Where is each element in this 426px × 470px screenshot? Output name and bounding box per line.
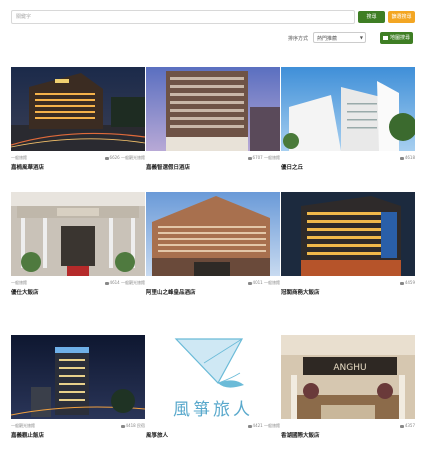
hotel-card[interactable]: 6707 一般旅館 嘉義智選假日酒店 (146, 67, 280, 187)
hotel-name[interactable]: 香湖國際大飯店 (281, 431, 320, 439)
hotel-card[interactable]: 4618 優日之丘 (281, 67, 415, 187)
hotel-card[interactable]: 風箏旅人 4421 一般旅館 風箏旅人 (146, 335, 280, 455)
map-search-label: 地圖搜尋 (389, 35, 410, 41)
hotel-stat: 4357 (399, 423, 415, 428)
hotel-card[interactable]: 4459 冠閣商務大飯店 (281, 192, 415, 312)
thumbs-up-icon (399, 425, 404, 428)
chevron-down-icon: ▼ (359, 35, 363, 40)
hotel-stat: 4011 一般旅館 (247, 280, 280, 286)
hotel-stat-text: 4618 (404, 155, 415, 160)
thumbs-up-icon (399, 282, 404, 285)
hotel-category: 一般旅館 (11, 280, 27, 285)
hotel-stat: 4618 (399, 155, 415, 160)
map-icon (382, 36, 388, 40)
hotel-stat: 6626 一般觀光旅館 (104, 155, 145, 161)
hotel-photo[interactable] (281, 192, 415, 276)
hotel-name[interactable]: 嘉義智選假日酒店 (146, 163, 190, 171)
hotel-card[interactable]: 一般觀光旅館 4418 民宿 嘉義觀止飯店 (11, 335, 145, 455)
hotel-name[interactable]: 阿里山之峰皇品酒店 (146, 288, 196, 296)
kite-logo: 風箏旅人 (146, 335, 280, 419)
hotel-photo[interactable] (11, 192, 145, 276)
sort-selected-value: 熱門推薦 (317, 36, 338, 42)
hotel-stat-text: 4421 一般旅館 (252, 423, 280, 428)
hotel-name[interactable]: 風箏旅人 (146, 431, 168, 439)
hotel-photo[interactable] (146, 67, 280, 151)
hotel-name[interactable]: 優日之丘 (281, 163, 303, 171)
thumbs-up-icon (104, 157, 109, 160)
thumbs-up-icon (104, 282, 109, 285)
thumbs-up-icon (247, 157, 252, 160)
hotel-photo[interactable]: ANGHU (281, 335, 415, 419)
hotel-stat-text: 4011 一般旅館 (252, 280, 280, 285)
hotel-stat: 4421 一般旅館 (247, 423, 280, 429)
thumbs-up-icon (120, 425, 125, 428)
search-button[interactable]: 搜尋 (358, 11, 385, 23)
search-input[interactable]: 關鍵字 (11, 10, 355, 24)
hotel-stat-text: 4418 民宿 (125, 423, 145, 428)
hotel-photo[interactable]: 風箏旅人 (146, 335, 280, 419)
hotel-stat-text: 4459 (404, 280, 415, 285)
hotel-card[interactable]: 4011 一般旅館 阿里山之峰皇品酒店 (146, 192, 280, 312)
svg-text:ANGHU: ANGHU (333, 363, 366, 373)
thumbs-up-icon (399, 157, 404, 160)
hotel-category: 一般觀光旅館 (11, 423, 35, 428)
hotel-stat: 6707 一般旅館 (247, 155, 280, 161)
sort-label: 排序方式 (288, 36, 309, 42)
hotel-photo[interactable] (11, 67, 145, 151)
hotel-stat-text: 6707 一般旅館 (252, 155, 280, 160)
hotel-card[interactable]: 一般旅館 4614 一般觀光旅館 優仕大飯店 (11, 192, 145, 312)
hotel-photo[interactable] (11, 335, 145, 419)
hotel-stat: 4459 (399, 280, 415, 285)
hotel-card[interactable]: ANGHU 4357 香湖國際大飯店 (281, 335, 415, 455)
hotel-name[interactable]: 嘉義觀止飯店 (11, 431, 44, 439)
thumbs-up-icon (247, 425, 252, 428)
kite-logo-text: 風箏旅人 (173, 400, 253, 419)
hotel-stat-text: 6626 一般觀光旅館 (109, 155, 145, 160)
hotel-name[interactable]: 嘉楠風華酒店 (11, 163, 44, 171)
search-bar: 關鍵字 搜尋 篩選搜尋 (11, 10, 415, 26)
hotel-stat: 4614 一般觀光旅館 (104, 280, 145, 286)
hotel-category: 一般旅館 (11, 155, 27, 160)
hotel-stat-text: 4357 (404, 423, 415, 428)
hotel-photo[interactable] (146, 192, 280, 276)
hotel-stat-text: 4614 一般觀光旅館 (109, 280, 145, 285)
hotel-stat: 4418 民宿 (120, 423, 145, 429)
map-search-button[interactable]: 地圖搜尋 (380, 32, 413, 44)
hotel-name[interactable]: 優仕大飯店 (11, 288, 39, 296)
sort-bar: 排序方式 熱門推薦 ▼ 地圖搜尋 (288, 32, 414, 45)
hotel-name[interactable]: 冠閣商務大飯店 (281, 288, 320, 296)
hotel-card[interactable]: 一般旅館 6626 一般觀光旅館 嘉楠風華酒店 (11, 67, 145, 187)
filter-search-button[interactable]: 篩選搜尋 (388, 11, 415, 23)
thumbs-up-icon (247, 282, 252, 285)
sort-select[interactable]: 熱門推薦 ▼ (313, 32, 366, 43)
hotel-photo[interactable] (281, 67, 415, 151)
